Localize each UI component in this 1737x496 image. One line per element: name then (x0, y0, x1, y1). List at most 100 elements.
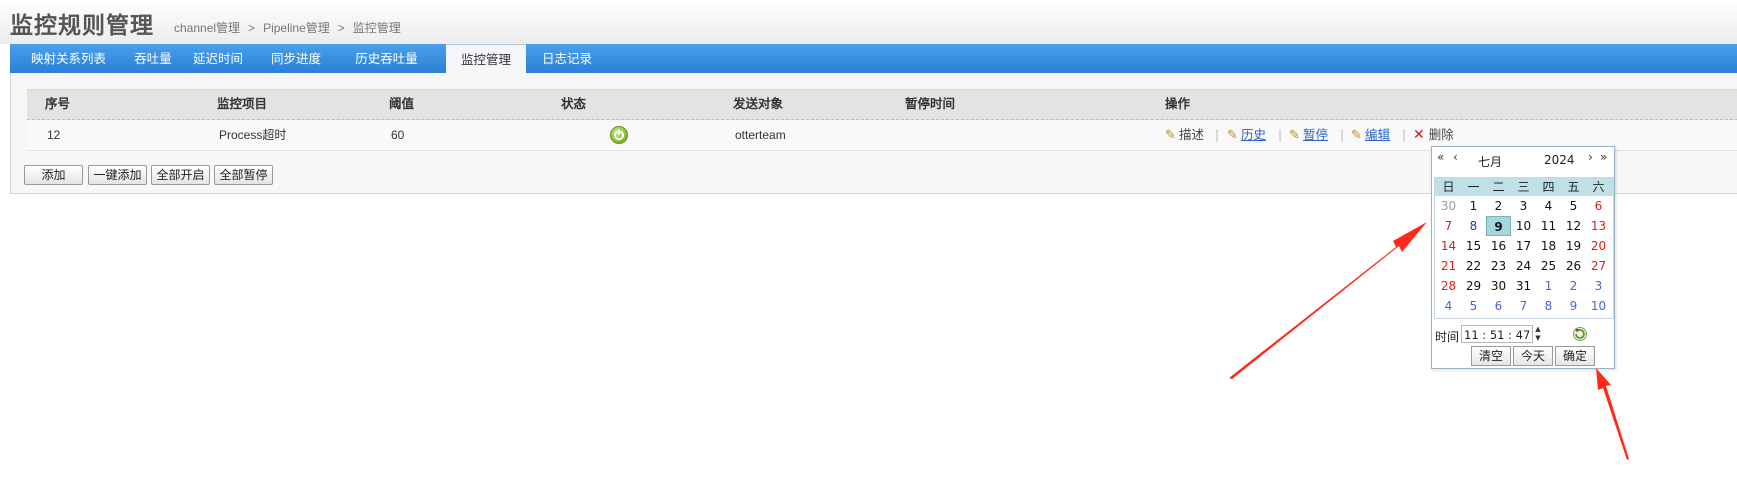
calendar-day[interactable]: 31 (1511, 276, 1536, 296)
action-pause[interactable]: ✎ 暂停 (1289, 120, 1328, 151)
calendar-header: « ‹ 七月 2024 › » (1432, 147, 1614, 169)
pencil-icon: ✎ (1227, 128, 1238, 143)
breadcrumb-item-channel[interactable]: channel管理 (174, 21, 240, 35)
next-year-icon[interactable]: » (1600, 150, 1607, 164)
table-header: 序号 监控项目 阈值 状态 发送对象 暂停时间 操作 (27, 89, 1737, 120)
time-input[interactable]: 11 : 51 : 47 (1461, 325, 1533, 343)
calendar-day[interactable]: 28 (1436, 276, 1461, 296)
refresh-time-icon[interactable] (1572, 326, 1588, 342)
calendar-day[interactable]: 16 (1486, 236, 1511, 256)
column-header-threshold: 阈值 (389, 97, 415, 111)
column-header-pause-time: 暂停时间 (905, 97, 956, 111)
calendar-day[interactable]: 15 (1461, 236, 1486, 256)
calendar-day[interactable]: 2 (1561, 276, 1586, 296)
calendar-day[interactable]: 17 (1511, 236, 1536, 256)
calendar-day[interactable]: 10 (1586, 296, 1611, 316)
column-header-status: 状态 (561, 97, 587, 111)
breadcrumb-item-pipeline[interactable]: Pipeline管理 (263, 21, 330, 35)
tab-log-records[interactable]: 日志记录 (526, 44, 608, 73)
calendar-day[interactable]: 25 (1536, 256, 1561, 276)
tab-mapping-list[interactable]: 映射关系列表 (10, 44, 127, 73)
calendar-day[interactable]: 19 (1561, 236, 1586, 256)
weekday-label: 日 (1442, 180, 1455, 194)
breadcrumb-separator: > (337, 21, 345, 35)
calendar-day[interactable]: 4 (1536, 196, 1561, 216)
calendar-day-grid: 日 一 二 三 四 五 六 30 1 2 3 4 5 6 7 8 9 10 11 12 13 14 15 16 1… (1434, 177, 1614, 319)
tab-monitor-management[interactable]: 监控管理 (446, 44, 526, 74)
calendar-day[interactable]: 27 (1586, 256, 1611, 276)
weekday-label: 一 (1467, 180, 1480, 194)
action-separator: | (1278, 128, 1283, 142)
action-separator: | (1402, 128, 1407, 142)
calendar-day[interactable]: 7 (1511, 296, 1536, 316)
calendar-day[interactable]: 3 (1511, 196, 1536, 216)
calendar-day[interactable]: 20 (1586, 236, 1611, 256)
cell-receiver: otterteam (735, 128, 786, 142)
calendar-day[interactable]: 8 (1461, 216, 1486, 236)
datetime-picker-popup: « ‹ 七月 2024 › » 日 一 二 三 四 五 六 30 1 2 3 4 5 6 7 8… (1431, 146, 1615, 369)
pencil-icon: ✎ (1165, 128, 1176, 143)
calendar-day[interactable]: 14 (1436, 236, 1461, 256)
calendar-day[interactable]: 23 (1486, 256, 1511, 276)
spin-up-icon[interactable]: ▲ (1533, 325, 1543, 334)
calendar-day[interactable]: 30 (1436, 196, 1461, 216)
calendar-day[interactable]: 30 (1486, 276, 1511, 296)
status-running-icon (610, 126, 628, 144)
weekday-label: 五 (1567, 180, 1580, 194)
calendar-day[interactable]: 5 (1561, 196, 1586, 216)
calendar-day[interactable]: 21 (1436, 256, 1461, 276)
action-describe[interactable]: ✎ 描述 (1165, 120, 1204, 151)
calendar-day[interactable]: 5 (1461, 296, 1486, 316)
tab-throughput[interactable]: 吞吐量 (127, 44, 179, 73)
weekday-header: 日 一 二 三 四 五 六 (1435, 178, 1613, 196)
tab-delay-time[interactable]: 延迟时间 (179, 44, 257, 73)
calendar-day[interactable]: 7 (1436, 216, 1461, 236)
calendar-day[interactable]: 1 (1536, 276, 1561, 296)
calendar-year[interactable]: 2024 (1544, 153, 1575, 167)
calendar-day[interactable]: 11 (1536, 216, 1561, 236)
enable-all-button[interactable]: 全部开启 (151, 165, 210, 185)
tab-sync-progress[interactable]: 同步进度 (257, 44, 335, 73)
batch-add-button[interactable]: 一键添加 (88, 165, 147, 185)
annotation-arrow-to-day (1229, 222, 1427, 379)
calendar-day[interactable]: 1 (1461, 196, 1486, 216)
clear-button[interactable]: 清空 (1471, 346, 1511, 366)
calendar-day[interactable]: 22 (1461, 256, 1486, 276)
calendar-day[interactable]: 13 (1586, 216, 1611, 236)
weekday-label: 二 (1492, 180, 1505, 194)
delete-x-icon: ✕ (1413, 127, 1425, 143)
column-header-actions: 操作 (1165, 97, 1191, 111)
tab-history-throughput[interactable]: 历史吞吐量 (335, 44, 438, 73)
today-button[interactable]: 今天 (1513, 346, 1553, 366)
calendar-day[interactable]: 8 (1536, 296, 1561, 316)
calendar-month[interactable]: 七月 (1478, 153, 1502, 170)
pause-all-button[interactable]: 全部暂停 (214, 165, 273, 185)
confirm-button[interactable]: 确定 (1555, 346, 1595, 366)
calendar-day[interactable]: 9 (1561, 296, 1586, 316)
calendar-day[interactable]: 9 (1486, 216, 1511, 236)
weekday-label: 六 (1592, 180, 1605, 194)
calendar-day[interactable]: 12 (1561, 216, 1586, 236)
calendar-day[interactable]: 18 (1536, 236, 1561, 256)
time-label: 时间 (1435, 330, 1460, 344)
calendar-day[interactable]: 2 (1486, 196, 1511, 216)
next-month-icon[interactable]: › (1588, 150, 1593, 164)
calendar-day[interactable]: 3 (1586, 276, 1611, 296)
calendar-day[interactable]: 4 (1436, 296, 1461, 316)
calendar-day[interactable]: 6 (1486, 296, 1511, 316)
page-header: 监控规则管理 channel管理 > Pipeline管理 > 监控管理 (0, 0, 1737, 44)
breadcrumb-item-monitor: 监控管理 (352, 21, 401, 35)
time-spinner[interactable]: ▲ ▼ (1533, 325, 1543, 343)
column-header-receiver: 发送对象 (733, 97, 784, 111)
calendar-day[interactable]: 29 (1461, 276, 1486, 296)
calendar-day[interactable]: 24 (1511, 256, 1536, 276)
calendar-day[interactable]: 6 (1586, 196, 1611, 216)
calendar-day[interactable]: 26 (1561, 256, 1586, 276)
calendar-day[interactable]: 10 (1511, 216, 1536, 236)
spin-down-icon[interactable]: ▼ (1533, 334, 1543, 343)
prev-month-icon[interactable]: ‹ (1453, 150, 1458, 164)
action-edit[interactable]: ✎ 编辑 (1351, 120, 1390, 151)
add-button[interactable]: 添加 (24, 165, 83, 185)
action-history[interactable]: ✎ 历史 (1227, 120, 1266, 151)
prev-year-icon[interactable]: « (1437, 150, 1444, 164)
